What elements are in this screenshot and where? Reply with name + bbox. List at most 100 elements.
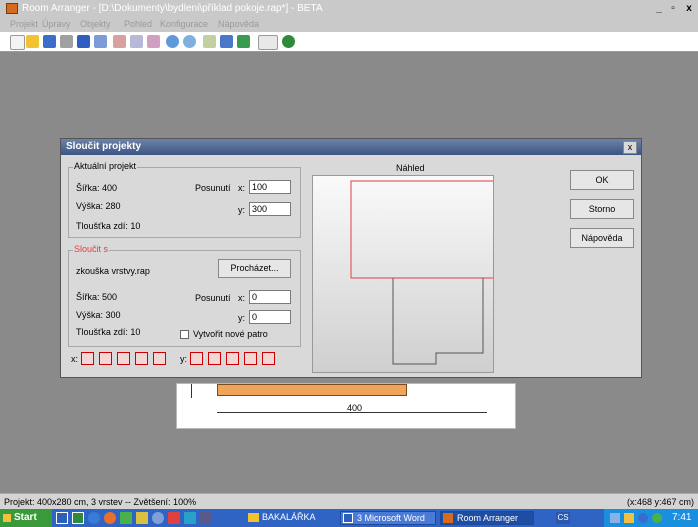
align-x-center-icon[interactable] <box>117 352 130 365</box>
align-y-bottom-outside-icon[interactable] <box>262 352 275 365</box>
firefox-quicklaunch-icon[interactable] <box>104 512 116 524</box>
save-icon[interactable] <box>43 35 56 48</box>
merge-with-legend: Sloučit s <box>73 244 110 254</box>
current-x-input[interactable]: 100 <box>249 180 291 194</box>
align-y-center-icon[interactable] <box>226 352 239 365</box>
tray-network-icon[interactable] <box>610 513 620 523</box>
group-icon[interactable] <box>130 35 143 48</box>
new-floor-checkbox[interactable] <box>180 330 189 339</box>
preview-label: Náhled <box>396 163 425 173</box>
zoom-in-icon[interactable] <box>166 35 179 48</box>
app-quicklaunch-icon[interactable] <box>120 512 132 524</box>
current-project-legend: Aktuální projekt <box>73 161 138 171</box>
excel-quicklaunch-icon[interactable] <box>72 512 84 524</box>
task-app-label: Room Arranger <box>457 513 519 523</box>
toolbar <box>0 32 698 52</box>
app2-quicklaunch-icon[interactable] <box>136 512 148 524</box>
align-y-top-icon[interactable] <box>208 352 221 365</box>
current-y-label: y: <box>238 205 246 215</box>
plan-wall <box>191 384 192 398</box>
menu-projekt[interactable]: Projekt <box>10 19 38 29</box>
dialog-title-bar: Sloučit projekty x <box>61 139 641 155</box>
new-file-icon[interactable] <box>10 35 25 50</box>
browse-button[interactable]: Procházet... <box>218 259 291 278</box>
tray-update-icon[interactable] <box>652 513 662 523</box>
align-x-right-outside-icon[interactable] <box>153 352 166 365</box>
status-project-info: Projekt: 400x280 cm, 3 vrstev -- Zvětšen… <box>4 497 197 507</box>
language-indicator[interactable]: CS <box>556 512 570 524</box>
merge-y-input[interactable]: 0 <box>249 310 291 324</box>
menu-bar: Projekt Úpravy Objekty Pohled Konfigurac… <box>0 18 698 32</box>
redo-icon[interactable] <box>94 35 107 48</box>
status-coordinates: (x:468 y:467 cm) <box>626 497 694 507</box>
minimize-icon[interactable]: _ <box>652 2 666 15</box>
view-icon[interactable] <box>220 35 233 48</box>
current-width: Šířka: 400 <box>76 183 118 193</box>
align-x-left-outside-icon[interactable] <box>81 352 94 365</box>
current-wall-thickness: Tloušťka zdí: 10 <box>76 221 141 231</box>
task-word[interactable]: 3 Microsoft Word <box>340 511 436 525</box>
print-icon[interactable] <box>60 35 73 48</box>
zoom-out-icon[interactable] <box>183 35 196 48</box>
help-button[interactable]: Nápověda <box>570 228 634 248</box>
maximize-icon[interactable]: ▫ <box>666 2 680 15</box>
tray-security-icon[interactable] <box>624 513 634 523</box>
merge-height: Výška: 300 <box>76 310 121 320</box>
align-x-right-icon[interactable] <box>135 352 148 365</box>
new-floor-label: Vytvořit nové patro <box>193 329 268 339</box>
align-y-bottom-icon[interactable] <box>244 352 257 365</box>
tray-shield-icon[interactable] <box>638 513 648 523</box>
ruler-icon[interactable] <box>258 35 278 50</box>
ok-button[interactable]: OK <box>570 170 634 190</box>
menu-konfigurace[interactable]: Konfigurace <box>160 19 208 29</box>
task-room-arranger[interactable]: Room Arranger <box>440 511 534 525</box>
current-height: Výška: 280 <box>76 201 121 211</box>
merge-x-label: x: <box>238 293 246 303</box>
system-tray: 7:41 <box>604 509 698 527</box>
insert-object-icon[interactable] <box>113 35 126 48</box>
align-x-left-icon[interactable] <box>99 352 112 365</box>
app5-quicklaunch-icon[interactable] <box>184 512 196 524</box>
task-word-label: 3 Microsoft Word <box>357 513 425 523</box>
tray-clock: 7:41 <box>672 512 692 523</box>
merge-offset-label: Posunutí <box>195 293 231 303</box>
windows-logo-icon <box>3 514 11 522</box>
open-folder-icon[interactable] <box>26 35 39 48</box>
current-offset-label: Posunutí <box>195 183 231 193</box>
undo-icon[interactable] <box>77 35 90 48</box>
merge-x-input[interactable]: 0 <box>249 290 291 304</box>
close-icon[interactable]: x <box>682 2 696 15</box>
menu-objekty[interactable]: Objekty <box>80 19 111 29</box>
properties-icon[interactable] <box>147 35 160 48</box>
app6-quicklaunch-icon[interactable] <box>200 512 212 524</box>
plan-room <box>217 384 407 396</box>
dialog-close-icon[interactable]: x <box>623 141 637 154</box>
merge-width: Šířka: 500 <box>76 292 118 302</box>
room-arranger-icon <box>6 3 18 14</box>
floor-plan[interactable]: 400 <box>176 383 516 429</box>
task-folder[interactable]: BAKALÁŘKA <box>246 511 334 525</box>
3d-icon[interactable] <box>237 35 250 48</box>
preview-current-project <box>350 180 493 279</box>
start-button[interactable]: Start <box>0 509 52 527</box>
current-x-label: x: <box>238 183 246 193</box>
menu-napoveda[interactable]: Nápověda <box>218 19 259 29</box>
globe-icon[interactable] <box>282 35 295 48</box>
merge-file-name: zkouška vrstvy.rap <box>76 266 150 276</box>
current-y-input[interactable]: 300 <box>249 202 291 216</box>
preview-panel <box>312 175 494 373</box>
layers-icon[interactable] <box>203 35 216 48</box>
menu-pohled[interactable]: Pohled <box>124 19 152 29</box>
main-title-bar: Room Arranger - [D:\Dokumenty\bydleni\př… <box>0 0 698 18</box>
cancel-button[interactable]: Storno <box>570 199 634 219</box>
folder-icon <box>248 513 259 522</box>
align-y-top-outside-icon[interactable] <box>190 352 203 365</box>
ie-quicklaunch-icon[interactable] <box>88 512 100 524</box>
menu-upravy[interactable]: Úpravy <box>42 19 71 29</box>
align-x-label: x: <box>71 354 79 364</box>
app3-quicklaunch-icon[interactable] <box>152 512 164 524</box>
word-quicklaunch-icon[interactable] <box>56 512 68 524</box>
room-arranger-task-icon <box>443 513 453 523</box>
app4-quicklaunch-icon[interactable] <box>168 512 180 524</box>
plan-dimension-label: 400 <box>347 403 363 413</box>
